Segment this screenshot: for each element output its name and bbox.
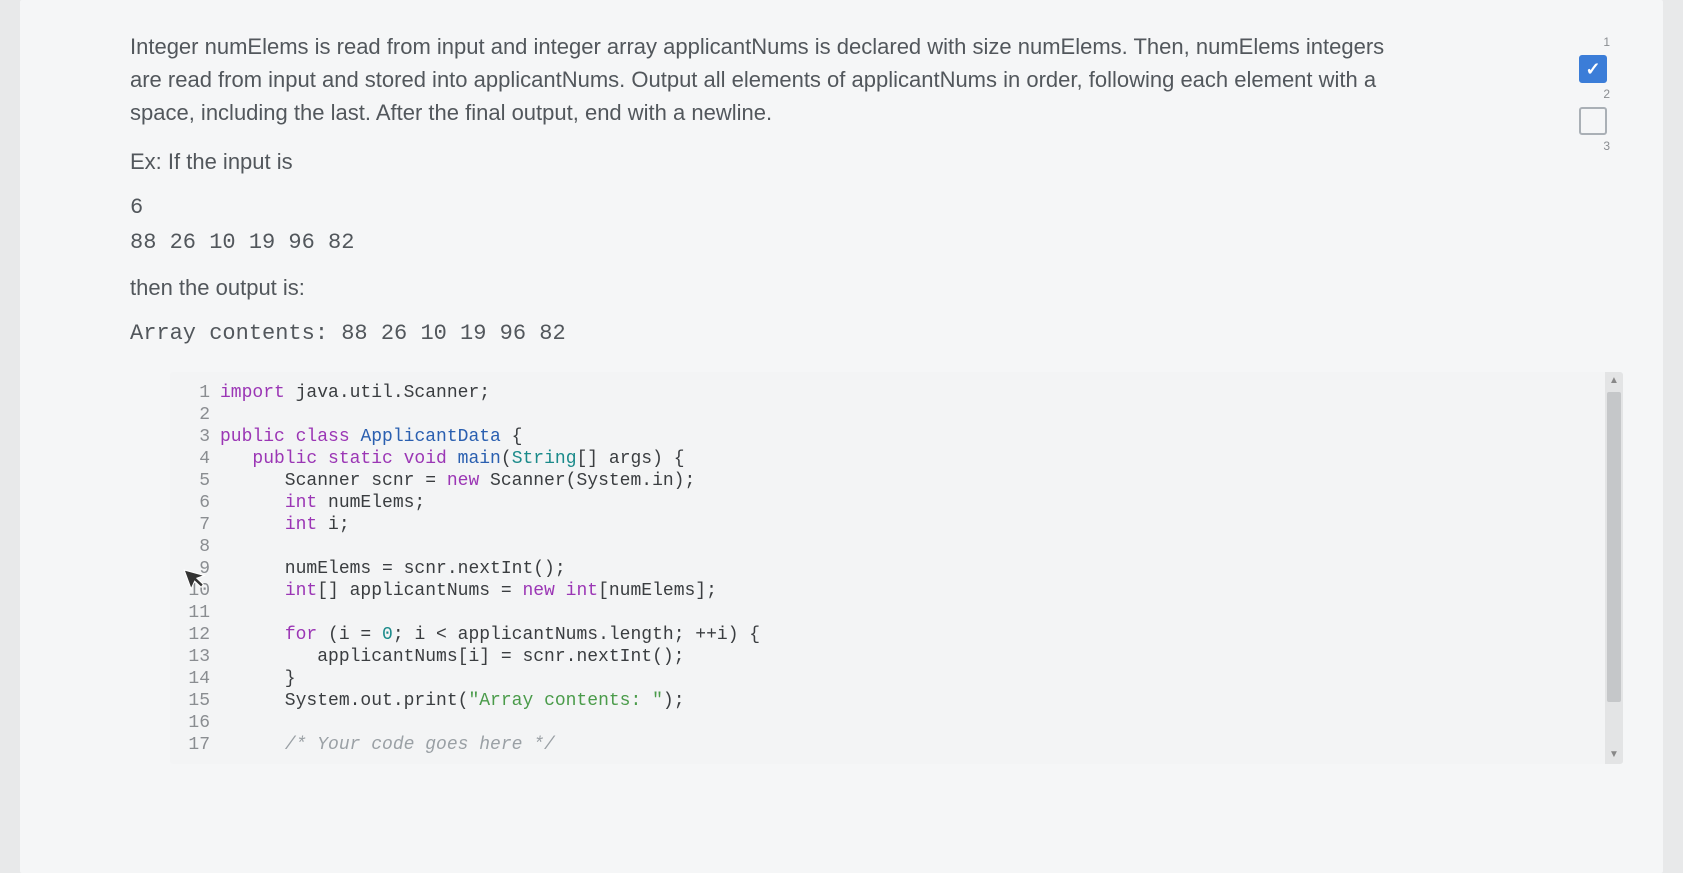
line-number: 7 (170, 514, 210, 536)
line-number: 1 (170, 382, 210, 404)
code-line[interactable]: public class ApplicantData { (220, 426, 1623, 448)
code-line[interactable]: import java.util.Scanner; (220, 382, 1623, 404)
code-line[interactable] (220, 602, 1623, 624)
step-checkbox-2[interactable] (1579, 107, 1607, 135)
code-line[interactable]: int i; (220, 514, 1623, 536)
line-number: 5 (170, 470, 210, 492)
line-number: 17 (170, 734, 210, 756)
code-line[interactable]: Scanner scnr = new Scanner(System.in); (220, 470, 1623, 492)
line-number: 6 (170, 492, 210, 514)
example-input-line1: 6 (130, 190, 1623, 225)
scrollbar-thumb[interactable] (1607, 392, 1621, 702)
scroll-up-icon[interactable]: ▲ (1605, 372, 1623, 390)
step-number-3: 3 (1579, 139, 1615, 153)
code-line[interactable] (220, 712, 1623, 734)
check-icon: ✓ (1585, 59, 1600, 80)
line-number: 12 (170, 624, 210, 646)
line-number: 2 (170, 404, 210, 426)
line-number: 8 (170, 536, 210, 558)
step-number-1: 1 (1579, 35, 1615, 49)
line-number: 10 (170, 580, 210, 602)
code-line[interactable]: /* Your code goes here */ (220, 734, 1623, 756)
line-number: 4 (170, 448, 210, 470)
line-number: 11 (170, 602, 210, 624)
content-area: Integer numElems is read from input and … (20, 0, 1663, 784)
code-line[interactable]: int[] applicantNums = new int[numElems]; (220, 580, 1623, 602)
code-content[interactable]: import java.util.Scanner; public class Ap… (220, 372, 1623, 764)
example-output: Array contents: 88 26 10 19 96 82 (130, 316, 1623, 351)
step-checkbox-1[interactable]: ✓ (1579, 55, 1607, 83)
progress-panel: 1 ✓ 2 3 (1579, 35, 1615, 159)
scroll-down-icon[interactable]: ▼ (1605, 746, 1623, 764)
output-label: then the output is: (130, 275, 1623, 301)
code-line[interactable] (220, 536, 1623, 558)
code-line[interactable]: int numElems; (220, 492, 1623, 514)
problem-description: Integer numElems is read from input and … (130, 30, 1390, 129)
example-prefix: Ex: If the input is (130, 149, 1623, 175)
code-line[interactable]: } (220, 668, 1623, 690)
line-number: 15 (170, 690, 210, 712)
code-line[interactable]: applicantNums[i] = scnr.nextInt(); (220, 646, 1623, 668)
line-number: 16 (170, 712, 210, 734)
code-line[interactable]: System.out.print("Array contents: "); (220, 690, 1623, 712)
code-line[interactable]: numElems = scnr.nextInt(); (220, 558, 1623, 580)
line-number: 9 (170, 558, 210, 580)
example-input-line2: 88 26 10 19 96 82 (130, 225, 1623, 260)
line-number: 14 (170, 668, 210, 690)
code-line[interactable] (220, 404, 1623, 426)
code-line[interactable]: public static void main(String[] args) { (220, 448, 1623, 470)
line-number: 3 (170, 426, 210, 448)
step-number-2: 2 (1579, 87, 1615, 101)
line-number: 13 (170, 646, 210, 668)
scrollbar-track[interactable]: ▲ ▼ (1605, 372, 1623, 764)
main-container: 1 ✓ 2 3 Integer numElems is read from in… (20, 0, 1663, 873)
code-line[interactable]: for (i = 0; i < applicantNums.length; ++… (220, 624, 1623, 646)
line-number-gutter: 1234567891011121314151617 (170, 372, 220, 764)
code-editor[interactable]: 1234567891011121314151617 import java.ut… (170, 372, 1623, 764)
